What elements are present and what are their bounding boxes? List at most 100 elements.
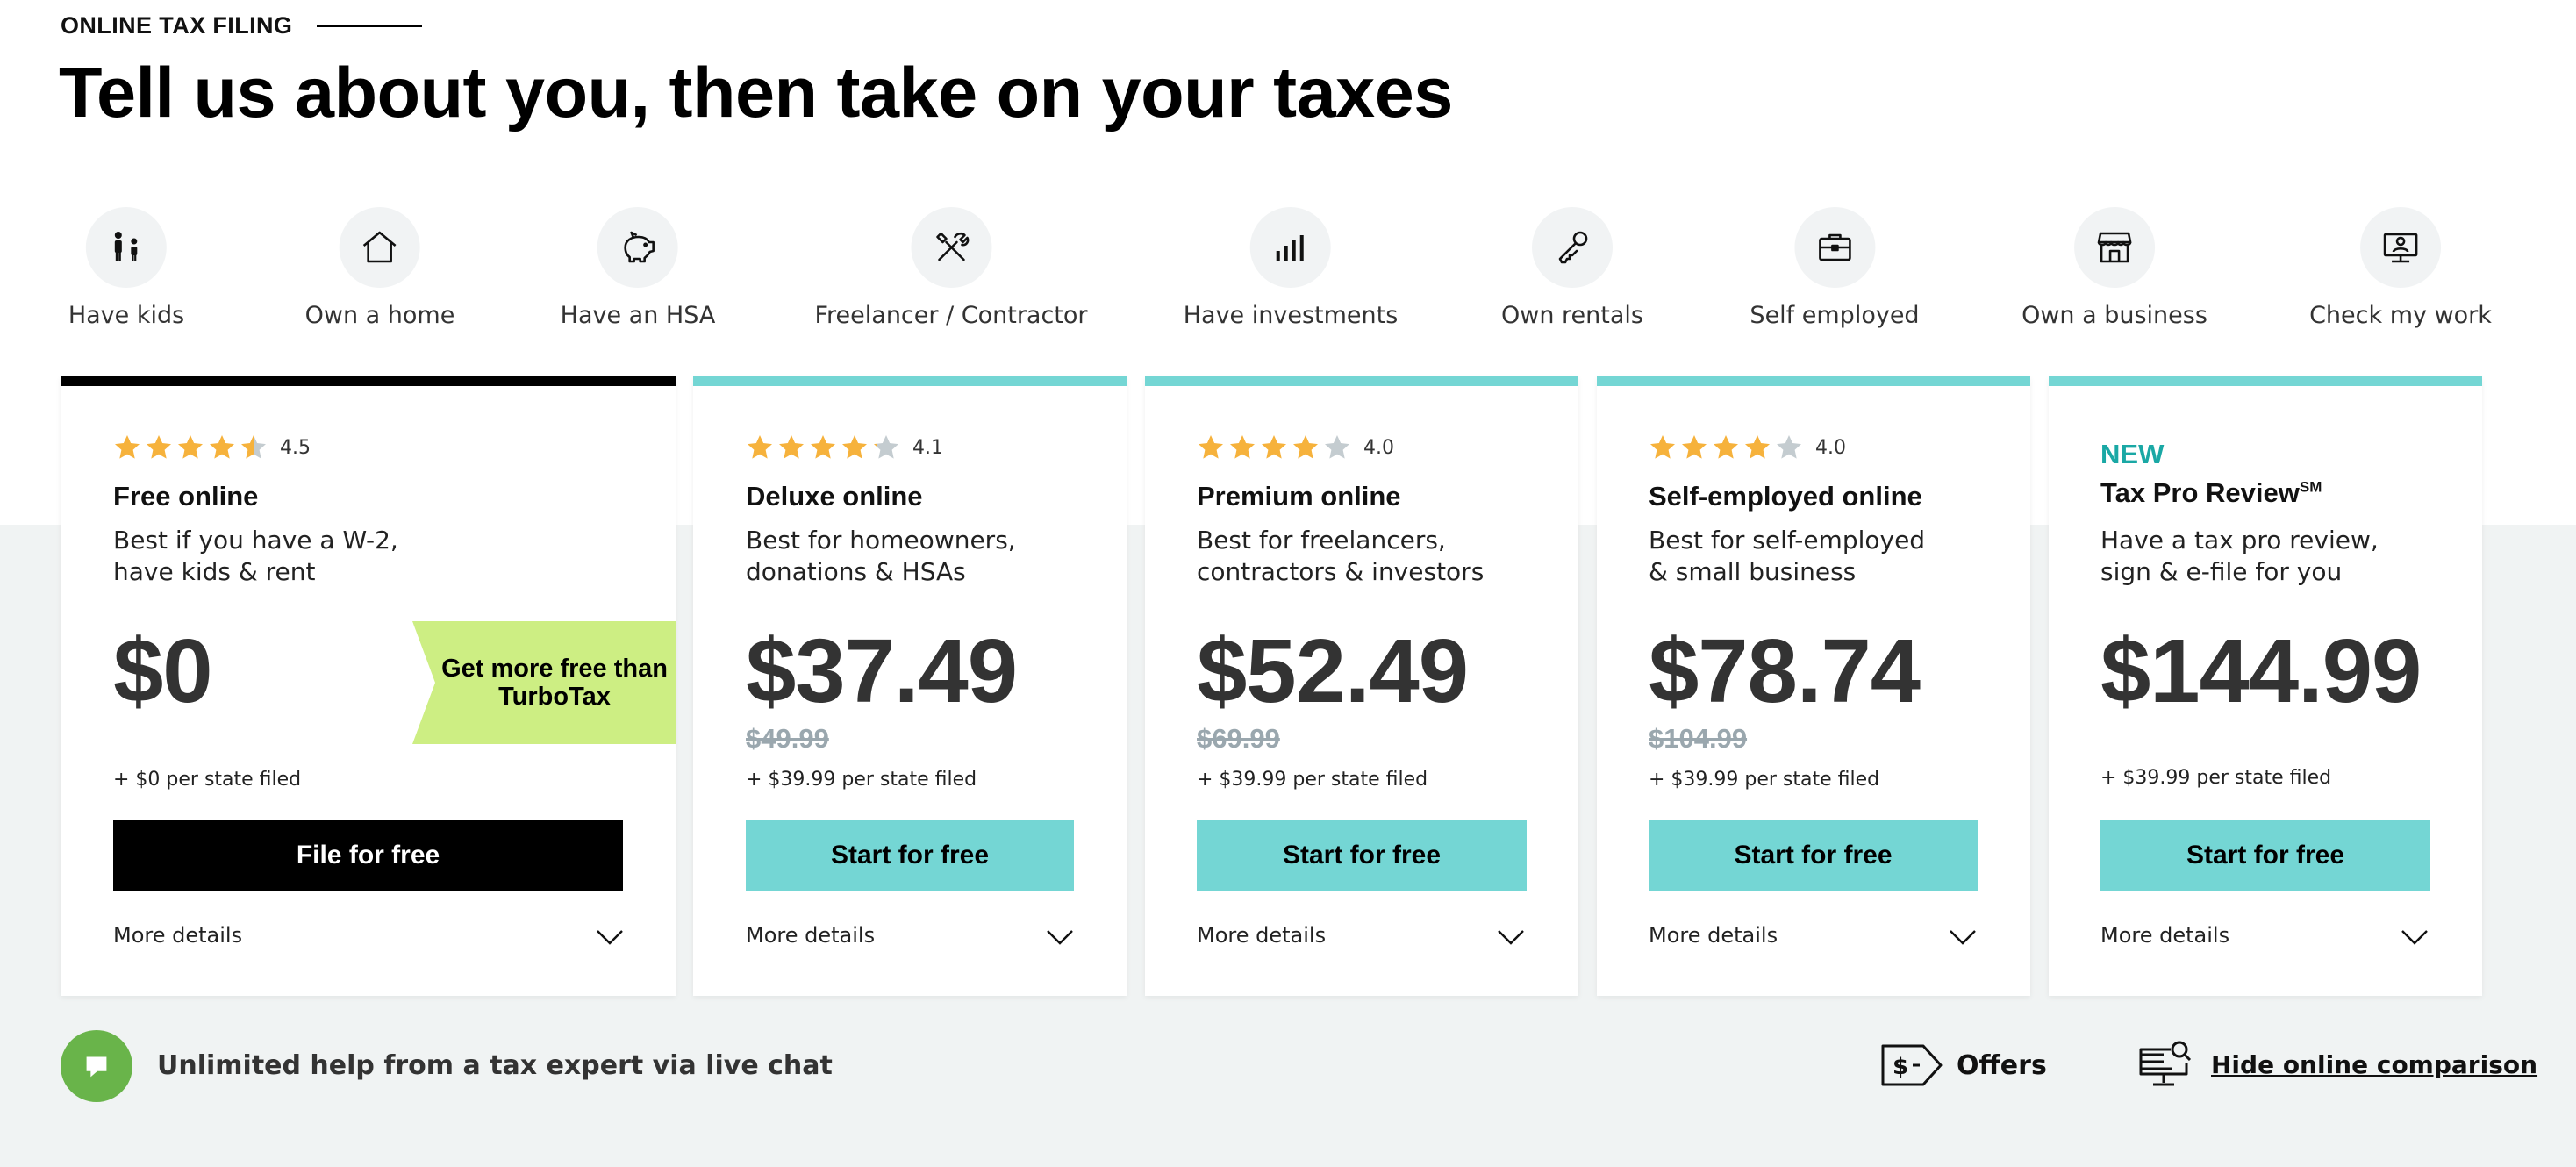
star-icon <box>1777 435 1801 459</box>
state-fee: + $0 per state filed <box>113 769 302 791</box>
start-for-free-button[interactable]: Start for free <box>1197 820 1527 891</box>
key-icon <box>1558 231 1588 264</box>
card-price: $144.99 <box>2100 620 2422 721</box>
card-title: Tax Pro ReviewSM <box>2100 477 2322 509</box>
page-title: Tell us about you, then take on your tax… <box>59 54 1453 132</box>
filter-circle <box>86 207 167 288</box>
rating-value: 4.5 <box>280 436 311 459</box>
filter-label: Own a home <box>304 302 455 329</box>
filter-label: Own a business <box>2021 302 2207 329</box>
card-price: $52.49 <box>1197 620 1469 721</box>
star-icon <box>210 435 234 459</box>
eyebrow-label: ONLINE TAX FILING <box>61 12 293 39</box>
chevron-down-icon[interactable] <box>1948 923 1978 949</box>
start-for-free-button[interactable]: Start for free <box>746 820 1074 891</box>
star-icon <box>147 435 171 459</box>
filter-own-a-home[interactable]: Own a home <box>304 207 455 329</box>
rating: 4.5 <box>113 433 311 462</box>
filter-label: Freelancer / Contractor <box>814 302 1088 329</box>
filter-check-my-work[interactable]: Check my work <box>2309 207 2492 329</box>
home-icon <box>363 231 397 263</box>
more-details-link[interactable]: More details <box>113 923 242 948</box>
filter-circle <box>1250 207 1331 288</box>
filter-self-employed[interactable]: Self employed <box>1750 207 1920 329</box>
promo-banner: Get more free than TurboTax <box>412 621 676 744</box>
card-description: Best if you have a W-2, have kids & rent <box>113 526 398 586</box>
star-icon <box>1650 435 1675 459</box>
file-for-free-button[interactable]: File for free <box>113 820 623 891</box>
computer-search-icon <box>2139 1041 2192 1086</box>
start-for-free-button[interactable]: Start for free <box>1649 820 1978 891</box>
star-rating <box>1197 433 1351 462</box>
star-icon <box>178 435 203 459</box>
chevron-down-icon[interactable] <box>1045 923 1075 949</box>
state-fee: + $39.99 per state filed <box>1197 769 1428 791</box>
star-icon <box>1745 435 1770 459</box>
star-icon <box>1325 435 1349 459</box>
star-icon <box>1262 435 1286 459</box>
card-title-text: Tax Pro Review <box>2100 477 2300 508</box>
star-icon <box>1199 435 1223 459</box>
more-details-link[interactable]: More details <box>746 923 875 948</box>
state-fee: + $39.99 per state filed <box>746 769 977 791</box>
filter-have-investments[interactable]: Have investments <box>1183 207 1399 329</box>
star-icon <box>1714 435 1738 459</box>
filter-label: Have kids <box>68 302 185 329</box>
price-tag-icon: $ <box>1881 1044 1943 1086</box>
eyebrow: ONLINE TAX FILING <box>61 12 423 39</box>
star-icon <box>779 435 804 459</box>
more-details-link[interactable]: More details <box>2100 923 2229 948</box>
star-icon <box>1230 435 1255 459</box>
filter-circle <box>1532 207 1613 288</box>
briefcase-icon <box>1818 233 1851 261</box>
star-icon <box>811 435 835 459</box>
svg-text:$: $ <box>1893 1054 1908 1080</box>
filter-circle <box>2074 207 2155 288</box>
hide-comparison-link[interactable]: Hide online comparison <box>2137 1037 2537 1092</box>
live-chat-label: Unlimited help from a tax expert via liv… <box>157 1050 833 1081</box>
filter-label: Own rentals <box>1501 302 1643 329</box>
kids-icon <box>115 232 138 261</box>
rating: 4.1 <box>746 433 943 462</box>
star-icon <box>874 435 898 459</box>
star-icon <box>748 435 772 459</box>
filter-label: Have investments <box>1183 302 1399 329</box>
star-icon <box>842 435 867 459</box>
filter-own-a-business[interactable]: Own a business <box>2021 207 2207 329</box>
chat-icon <box>86 1056 107 1078</box>
service-mark: SM <box>2299 478 2322 496</box>
offers-link[interactable]: $ Offers <box>1879 1039 2047 1092</box>
more-details-link[interactable]: More details <box>1197 923 1326 948</box>
eyebrow-divider <box>317 25 423 27</box>
star-rating <box>1649 433 1803 462</box>
more-details-link[interactable]: More details <box>1649 923 1778 948</box>
bar-chart-icon <box>1277 235 1304 261</box>
card-description: Best for homeowners, donations & HSAs <box>746 526 1016 586</box>
filter-circle <box>597 207 678 288</box>
filter-have-an-hsa[interactable]: Have an HSA <box>561 207 715 329</box>
filter-circle <box>910 207 991 288</box>
chevron-down-icon[interactable] <box>595 923 625 949</box>
new-badge: NEW <box>2100 439 2165 469</box>
filter-own-rentals[interactable]: Own rentals <box>1501 207 1643 329</box>
rating-value: 4.0 <box>1815 436 1846 459</box>
filter-circle <box>339 207 420 288</box>
live-chat-button[interactable] <box>61 1030 132 1102</box>
tools-icon <box>935 232 969 261</box>
original-price: $104.99 <box>1649 723 1748 754</box>
rating: 4.0 <box>1197 433 1394 462</box>
chevron-down-icon[interactable] <box>1496 923 1526 949</box>
filter-freelancer-contractor[interactable]: Freelancer / Contractor <box>814 207 1088 329</box>
card-description: Best for freelancers, contractors & inve… <box>1197 526 1485 586</box>
star-icon <box>1293 435 1318 459</box>
original-price: $69.99 <box>1197 723 1280 754</box>
filter-have-kids[interactable]: Have kids <box>68 207 184 329</box>
chevron-down-icon[interactable] <box>2400 923 2429 949</box>
star-rating <box>746 433 900 462</box>
situation-filters: Have kids Own a home Have an HSA Freelan… <box>0 207 2576 330</box>
start-for-free-button[interactable]: Start for free <box>2100 820 2430 891</box>
original-price: $49.99 <box>746 723 829 754</box>
hide-comparison-label: Hide online comparison <box>2211 1049 2538 1079</box>
state-fee: + $39.99 per state filed <box>2100 767 2332 789</box>
offers-label: Offers <box>1957 1049 2047 1081</box>
